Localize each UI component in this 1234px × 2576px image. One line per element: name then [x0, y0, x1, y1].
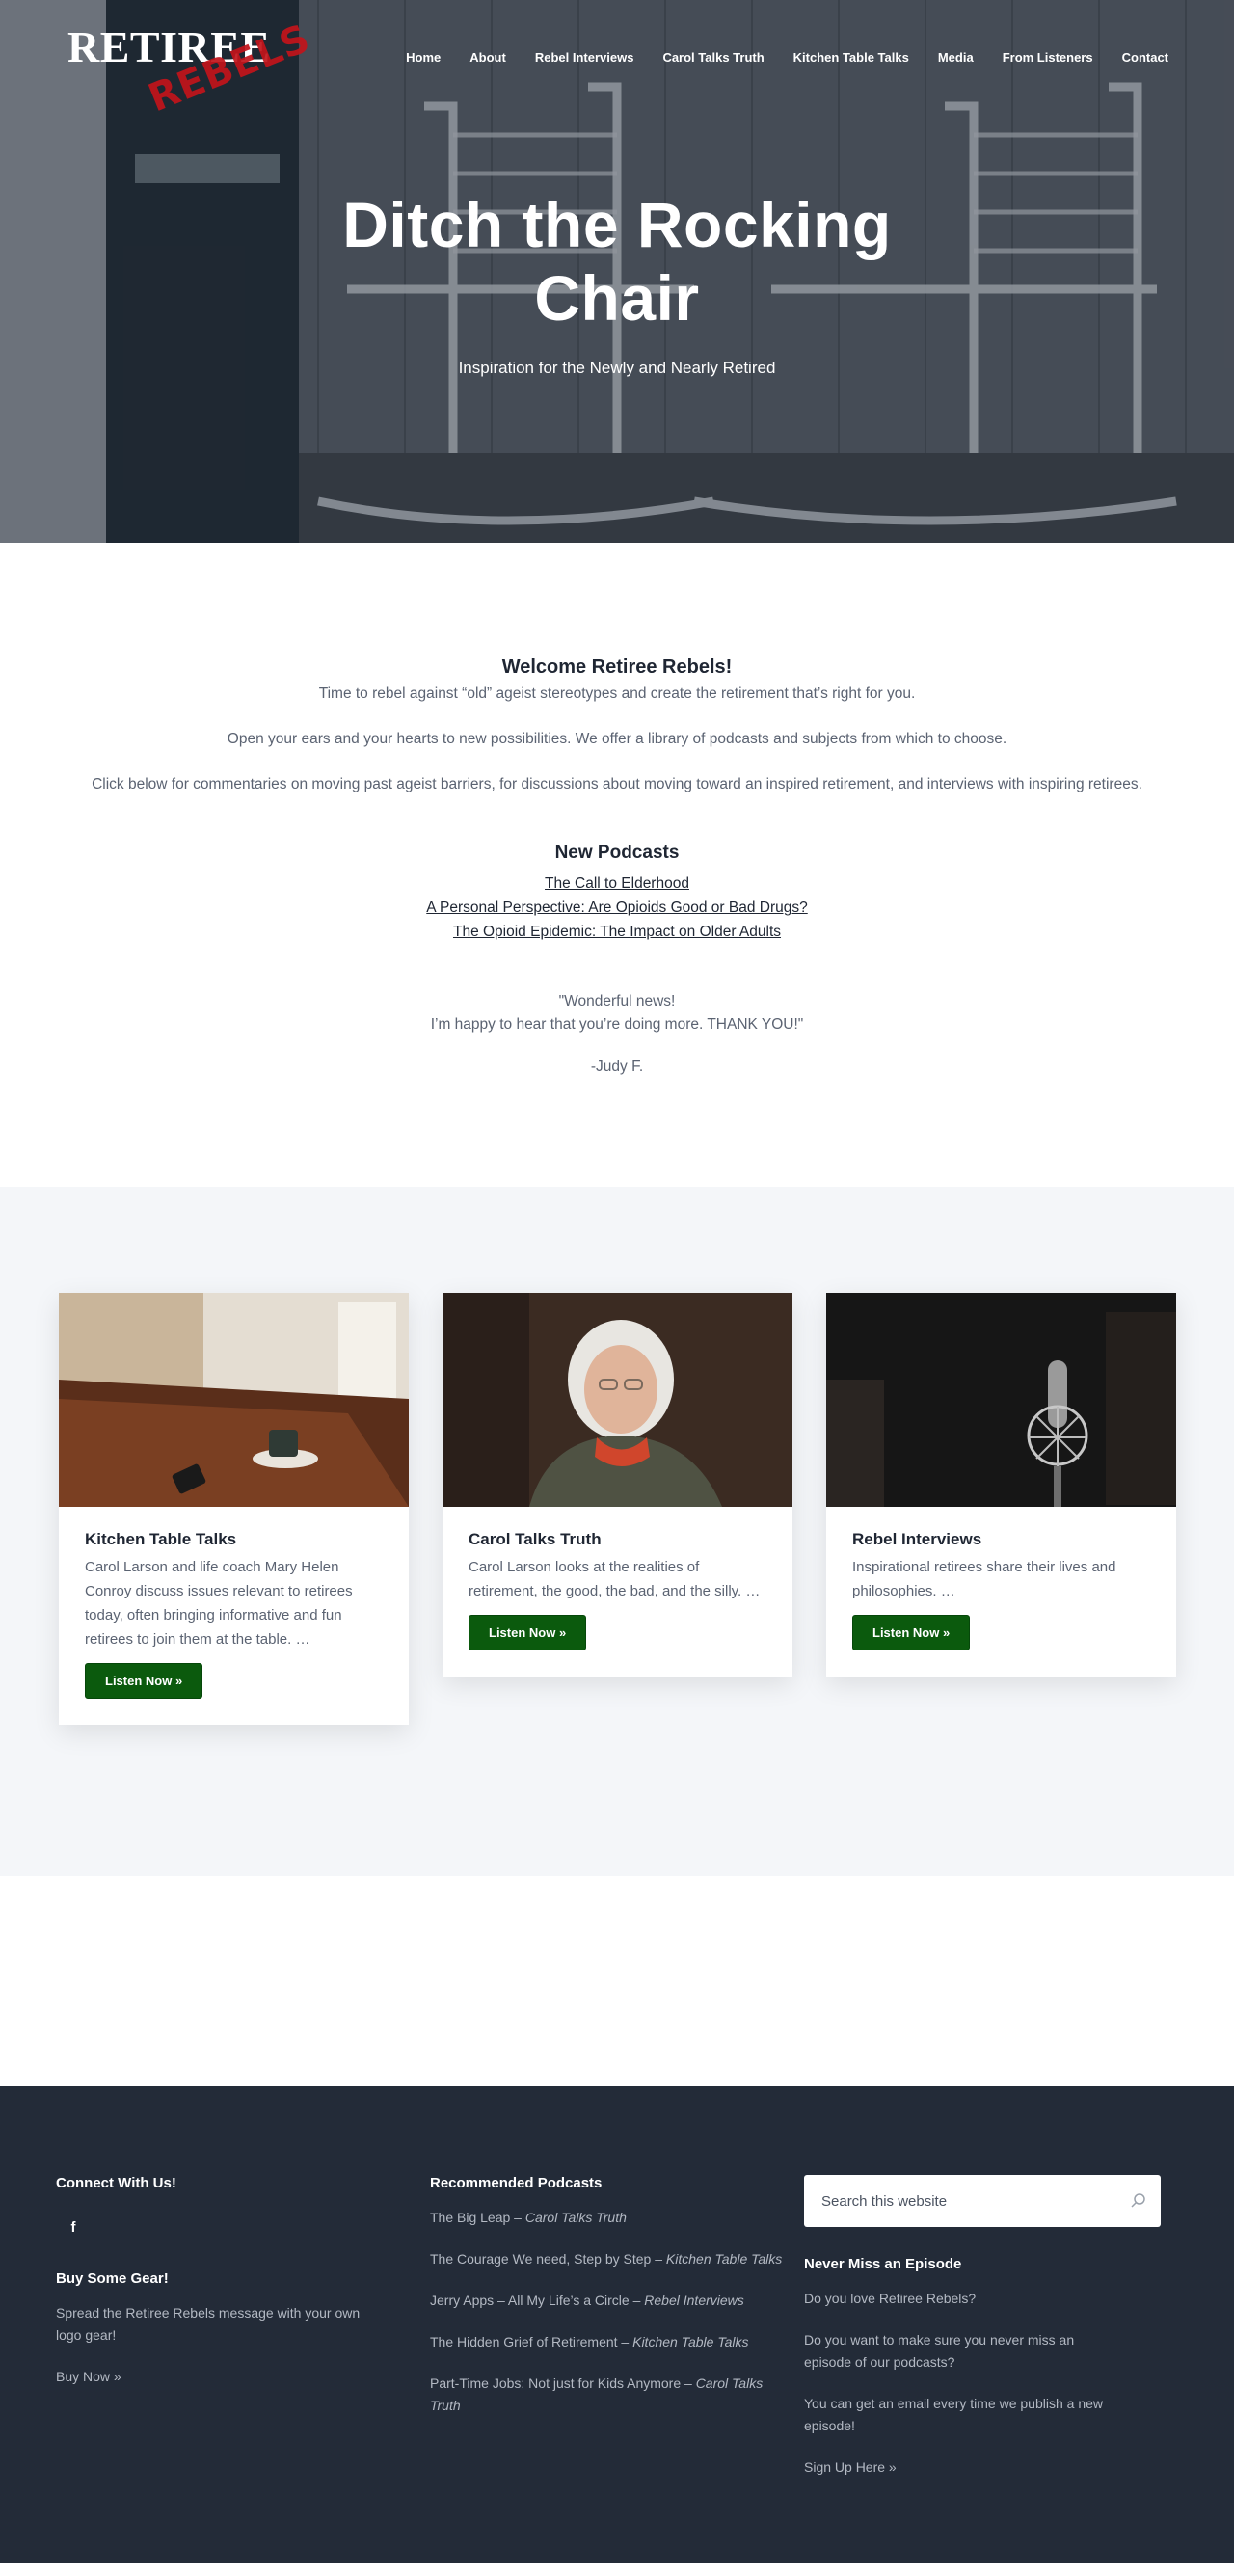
podcast-show: Kitchen Table Talks: [665, 2251, 783, 2267]
card-description: Carol Larson looks at the realities of r…: [469, 1559, 761, 1599]
card-description: Inspirational retirees share their lives…: [852, 1559, 1116, 1599]
facebook-icon[interactable]: f: [56, 2211, 91, 2245]
recommended-podcast-link[interactable]: Jerry Apps – All My Life’s a Circle – Re…: [430, 2290, 791, 2312]
welcome-heading: Welcome Retiree Rebels!: [501, 657, 733, 678]
podcast-title: The Hidden Grief of Retirement –: [430, 2334, 633, 2349]
nav-kitchen-table-talks[interactable]: Kitchen Table Talks: [779, 50, 924, 65]
nav-carol-talks-truth[interactable]: Carol Talks Truth: [648, 50, 778, 65]
episode-text-2: Do you want to make sure you never miss …: [804, 2332, 1075, 2370]
recommended-podcast-link[interactable]: The Courage We need, Step by Step – Kitc…: [430, 2248, 791, 2270]
hero-section: RETIREE REBELS Home About Rebel Intervie…: [0, 0, 1234, 543]
card-title[interactable]: Rebel Interviews: [852, 1530, 1150, 1549]
new-podcasts-heading: New Podcasts: [554, 843, 680, 863]
listen-now-button[interactable]: Listen Now »: [469, 1615, 587, 1650]
nav-from-listeners[interactable]: From Listeners: [988, 50, 1108, 65]
card-body: Kitchen Table Talks Carol Larson and lif…: [59, 1507, 409, 1725]
welcome-paragraph-3: Click below for commentaries on moving p…: [92, 776, 1142, 792]
testimonial: "Wonderful news! I’m happy to hear that …: [39, 990, 1195, 1079]
listen-now-button[interactable]: Listen Now »: [85, 1663, 203, 1699]
podcast-title: Jerry Apps – All My Life’s a Circle –: [430, 2293, 645, 2308]
show-cards: Kitchen Table Talks Carol Larson and lif…: [59, 1293, 1176, 1725]
episode-text-3: You can get an email every time we publi…: [804, 2396, 1103, 2433]
site-footer: Connect With Us! f Buy Some Gear! Spread…: [0, 2086, 1234, 2563]
hero-title: Ditch the Rocking Chair: [0, 188, 1234, 335]
episode-text-1: Do you love Retiree Rebels?: [804, 2291, 977, 2306]
nav-contact[interactable]: Contact: [1108, 50, 1168, 65]
podcast-title: The Big Leap –: [430, 2210, 525, 2225]
gear-text: Spread the Retiree Rebels message with y…: [56, 2305, 361, 2343]
welcome-paragraph-2: Open your ears and your hearts to new po…: [227, 731, 1007, 747]
card-body: Carol Talks Truth Carol Larson looks at …: [443, 1507, 792, 1677]
card-body: Rebel Interviews Inspirational retirees …: [826, 1507, 1176, 1677]
carol-portrait-image[interactable]: [443, 1293, 792, 1507]
episode-heading: Never Miss an Episode: [804, 2256, 962, 2272]
card-title[interactable]: Kitchen Table Talks: [85, 1530, 383, 1549]
recommended-podcast-link[interactable]: The Hidden Grief of Retirement – Kitchen…: [430, 2331, 791, 2353]
nav-about[interactable]: About: [455, 50, 521, 65]
podcast-show: Kitchen Table Talks: [632, 2334, 749, 2349]
show-card-rebel-interviews: Rebel Interviews Inspirational retirees …: [826, 1293, 1176, 1677]
kitchen-table-image[interactable]: [59, 1293, 409, 1507]
show-card-carol-talks-truth: Carol Talks Truth Carol Larson looks at …: [443, 1293, 792, 1677]
search-box: [804, 2175, 1161, 2227]
recommended-podcast-link[interactable]: Part-Time Jobs: Not just for Kids Anymor…: [430, 2373, 791, 2417]
site-logo[interactable]: RETIREE REBELS: [67, 16, 318, 123]
shows-section: Kitchen Table Talks Carol Larson and lif…: [0, 1187, 1234, 1876]
testimonial-author: -Judy F.: [590, 1059, 644, 1075]
hero-subtitle: Inspiration for the Newly and Nearly Ret…: [458, 359, 776, 377]
podcast-show: Rebel Interviews: [644, 2293, 744, 2308]
search-icon[interactable]: [1130, 2192, 1147, 2210]
podcast-title: Part-Time Jobs: Not just for Kids Anymor…: [430, 2375, 696, 2391]
new-podcasts-list: The Call to Elderhood A Personal Perspec…: [39, 872, 1195, 944]
podcast-link-opioid-epidemic[interactable]: The Opioid Epidemic: The Impact on Older…: [39, 920, 1195, 944]
podcast-link-personal-perspective[interactable]: A Personal Perspective: Are Opioids Good…: [39, 896, 1195, 920]
search-input[interactable]: [804, 2175, 1093, 2227]
welcome-section: Welcome Retiree Rebels! Time to rebel ag…: [0, 543, 1234, 1187]
card-title[interactable]: Carol Talks Truth: [469, 1530, 766, 1549]
recommended-heading: Recommended Podcasts: [430, 2175, 603, 2191]
podcast-show: Carol Talks Truth: [524, 2210, 627, 2225]
buy-now-link[interactable]: Buy Now »: [56, 2366, 430, 2388]
testimonial-line-1: "Wonderful news!: [558, 993, 676, 1009]
recommended-podcast-link[interactable]: The Big Leap – Carol Talks Truth: [430, 2207, 791, 2229]
gear-heading: Buy Some Gear!: [56, 2270, 169, 2287]
listen-now-button[interactable]: Listen Now »: [852, 1615, 971, 1650]
footer-column-recommended: Recommended Podcasts The Big Leap – Caro…: [430, 2175, 804, 2563]
welcome-paragraph-1: Time to rebel against “old” ageist stere…: [318, 685, 916, 702]
card-description: Carol Larson and life coach Mary Helen C…: [85, 1559, 353, 1648]
hero-title-text: Ditch the Rocking Chair: [342, 189, 892, 334]
footer-column-subscribe: Never Miss an Episode Do you love Retire…: [804, 2175, 1178, 2563]
podcast-link-call-to-elderhood[interactable]: The Call to Elderhood: [39, 872, 1195, 896]
testimonial-line-2: I’m happy to hear that you’re doing more…: [430, 1016, 804, 1033]
sign-up-link[interactable]: Sign Up Here »: [804, 2456, 1178, 2479]
nav-rebel-interviews[interactable]: Rebel Interviews: [521, 50, 649, 65]
connect-heading: Connect With Us!: [56, 2175, 176, 2191]
main-nav: Home About Rebel Interviews Carol Talks …: [391, 50, 1168, 65]
footer-column-connect: Connect With Us! f Buy Some Gear! Spread…: [56, 2175, 430, 2563]
show-card-kitchen-table-talks: Kitchen Table Talks Carol Larson and lif…: [59, 1293, 409, 1725]
microphone-image[interactable]: [826, 1293, 1176, 1507]
blank-spacer: [0, 1876, 1234, 2086]
nav-media[interactable]: Media: [924, 50, 988, 65]
recommended-list: The Big Leap – Carol Talks Truth The Cou…: [430, 2207, 804, 2417]
nav-home[interactable]: Home: [391, 50, 455, 65]
podcast-title: The Courage We need, Step by Step –: [430, 2251, 666, 2267]
